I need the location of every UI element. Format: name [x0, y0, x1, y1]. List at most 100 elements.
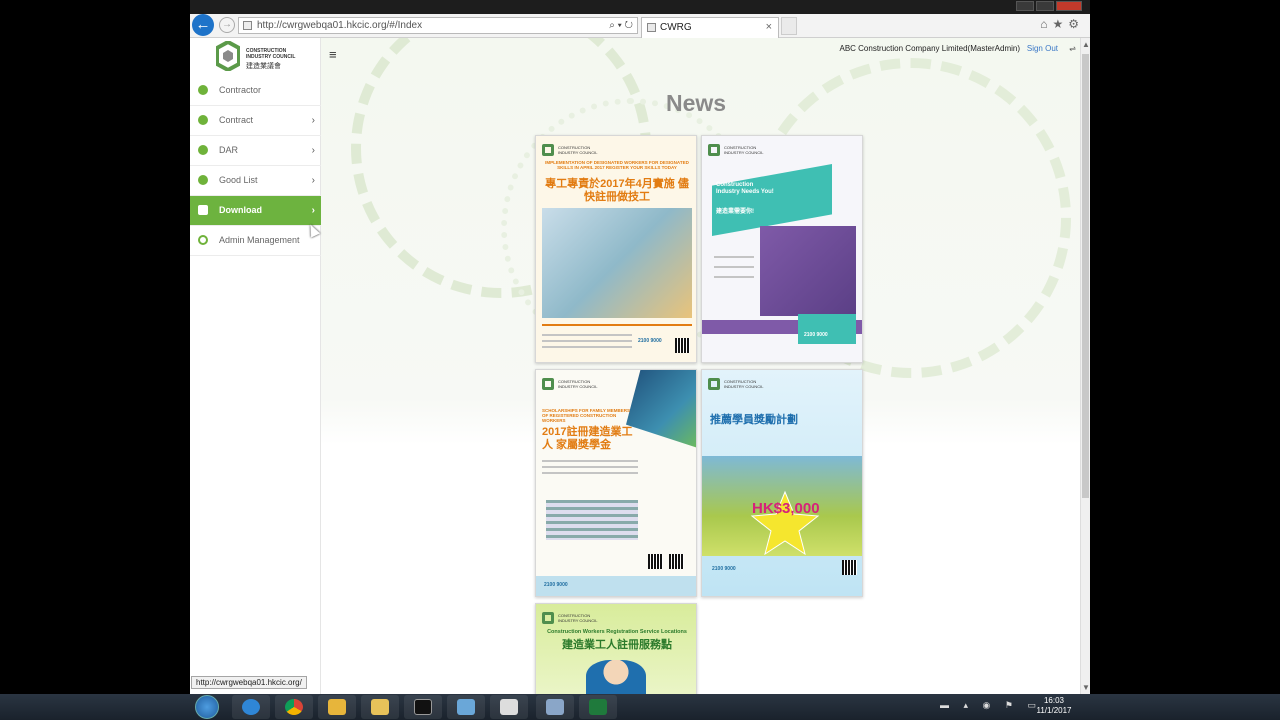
poster-table: [546, 500, 638, 540]
poster-heading: 推薦學員獎勵計劃: [710, 414, 798, 426]
sidebar-item-good-list[interactable]: Good List ›: [190, 166, 321, 196]
chevron-right-icon: ›: [311, 145, 315, 156]
chevron-right-icon: ›: [311, 115, 315, 126]
status-bar-url: http://cwrgwebqa01.hkcic.org/: [191, 676, 307, 689]
cic-logo-icon: [542, 612, 554, 624]
poster-title-zh: 專工專責於2017年4月實施 儘快註冊做技工: [545, 178, 689, 203]
scroll-down-icon[interactable]: ▼: [1082, 683, 1090, 692]
poster-title-zh: 2017註冊建造業工人 家屬獎學金: [542, 426, 633, 451]
poster-title-zh: 建造業需要你!: [716, 209, 754, 215]
cic-logo-icon: [708, 144, 720, 156]
poster-phone: 2100 9000: [638, 338, 662, 344]
cic-logo[interactable]: CONSTRUCTION INDUSTRY COUNCIL 建造業議會: [216, 41, 306, 73]
taskbar-cmd-icon[interactable]: [404, 695, 442, 719]
contract-icon: [198, 115, 208, 125]
sidebar-item-label: Admin Management: [219, 235, 300, 245]
taskbar-window-icon[interactable]: [490, 695, 528, 719]
search-icon: [198, 235, 208, 245]
logo-text-zh: 建造業議會: [246, 63, 281, 70]
news-poster[interactable]: CONSTRUCTION INDUSTRY COUNCIL IMPLEMENTA…: [535, 135, 697, 363]
new-tab-button[interactable]: [781, 17, 797, 35]
poster-text-line: [542, 460, 638, 462]
back-button[interactable]: ←: [192, 14, 214, 36]
poster-logo-text: CONSTRUCTION INDUSTRY COUNCIL: [558, 145, 598, 155]
taskbar-excel-icon[interactable]: [579, 695, 617, 719]
maximize-button[interactable]: [1036, 1, 1054, 11]
news-poster[interactable]: CONSTRUCTION INDUSTRY COUNCIL SCHOLARSHI…: [535, 369, 697, 597]
scrollbar-thumb[interactable]: [1082, 54, 1089, 498]
poster-text-line: [542, 340, 632, 342]
poster-phone: 2100 9000: [804, 332, 828, 338]
poster-text-line: [542, 466, 638, 468]
minimize-button[interactable]: [1016, 1, 1034, 11]
browser-home-fav-settings-icons[interactable]: ⌂★⚙: [1040, 17, 1084, 31]
taskbar-chrome-icon[interactable]: [275, 695, 313, 719]
cic-logo-mark: [216, 41, 240, 71]
sidebar-item-label: Contractor: [219, 85, 262, 95]
sidebar-item-contract[interactable]: Contract ›: [190, 106, 321, 136]
web-page: CONSTRUCTION INDUSTRY COUNCIL 建造業議會 Cont…: [190, 38, 1080, 694]
sidebar-item-admin-management[interactable]: Admin Management: [190, 226, 321, 256]
sidebar-item-label: DAR: [219, 145, 239, 155]
poster-heading: IMPLEMENTATION OF DESIGNATED WORKERS FOR…: [545, 160, 689, 170]
taskbar-ie-icon[interactable]: [232, 695, 270, 719]
poster-image: [542, 208, 692, 318]
forward-button[interactable]: →: [219, 17, 235, 33]
poster-logo-text: CONSTRUCTION INDUSTRY COUNCIL: [724, 379, 764, 389]
poster-heading: Construction Workers Registration Servic…: [547, 629, 687, 635]
window-close-button[interactable]: [1056, 1, 1082, 11]
browser-toolbar: ← → http://cwrgwebqa01.hkcic.org/#/Index…: [190, 14, 1090, 38]
logo-text-en: CONSTRUCTION INDUSTRY COUNCIL: [246, 48, 296, 60]
sidebar-item-label: Download: [219, 205, 262, 215]
qr-code-icon: [842, 560, 857, 575]
menu-toggle-icon[interactable]: ≡: [329, 47, 337, 62]
clock-time: 16:03: [1043, 696, 1065, 705]
sidebar-item-label: Good List: [219, 175, 258, 185]
poster-text-line: [542, 472, 638, 474]
sidebar-item-dar[interactable]: DAR ›: [190, 136, 321, 166]
poster-image: [586, 660, 646, 694]
poster-text-line: [714, 276, 754, 278]
sidebar-item-contractor[interactable]: Contractor: [190, 76, 321, 106]
poster-text-line: [542, 334, 632, 336]
news-poster[interactable]: CONSTRUCTION INDUSTRY COUNCIL Constructi…: [701, 135, 863, 363]
sidebar-item-download[interactable]: Download ›: [190, 196, 321, 226]
poster-text-line: [714, 266, 754, 268]
poster-image: [760, 226, 856, 316]
taskbar-app-icon[interactable]: [447, 695, 485, 719]
header-toggle-icon[interactable]: ⇌: [1069, 44, 1076, 53]
sign-out-link[interactable]: Sign Out: [1027, 44, 1058, 53]
shield-icon: [198, 145, 208, 155]
tab-cwrg[interactable]: CWRG ×: [641, 17, 779, 38]
favicon-icon: [647, 23, 656, 32]
page-icon: [243, 21, 252, 30]
poster-text-line: [542, 346, 632, 348]
tab-close-icon[interactable]: ×: [766, 18, 772, 37]
chevron-right-icon: ›: [311, 175, 315, 186]
address-actions[interactable]: ⌕ ▾ ↻: [609, 18, 633, 33]
list-icon: [198, 175, 208, 185]
page-scrollbar[interactable]: ▲ ▼: [1080, 38, 1090, 694]
contractor-icon: [198, 85, 208, 95]
taskbar-network-icon[interactable]: [536, 695, 574, 719]
system-clock[interactable]: 16:03 11/1/2017: [1024, 696, 1084, 716]
address-bar[interactable]: http://cwrgwebqa01.hkcic.org/#/Index ⌕ ▾…: [238, 17, 638, 34]
taskbar-explorer-icon[interactable]: [361, 695, 399, 719]
poster-heading: SCHOLARSHIPS FOR FAMILY MEMBERS OF REGIS…: [542, 408, 631, 423]
qr-code-icon: [675, 338, 690, 353]
poster-text-line: [714, 256, 754, 258]
page-title: News: [666, 90, 727, 116]
start-button[interactable]: [195, 695, 219, 719]
sidebar: CONSTRUCTION INDUSTRY COUNCIL 建造業議會 Cont…: [190, 38, 321, 694]
cic-logo-icon: [542, 378, 554, 390]
scroll-up-icon[interactable]: ▲: [1082, 40, 1090, 49]
poster-phone: 2100 9000: [712, 566, 736, 572]
browser-window: ← → http://cwrgwebqa01.hkcic.org/#/Index…: [190, 0, 1090, 694]
poster-title-zh: 建造業工人註冊服務點: [562, 639, 672, 651]
sidebar-item-label: Contract: [219, 115, 254, 125]
news-poster[interactable]: CONSTRUCTION INDUSTRY COUNCIL 推薦學員獎勵計劃 H…: [701, 369, 863, 597]
download-icon: [198, 205, 208, 215]
taskbar-outlook-icon[interactable]: [318, 695, 356, 719]
news-poster[interactable]: CONSTRUCTION INDUSTRY COUNCIL Constructi…: [535, 603, 697, 694]
cic-logo-icon: [708, 378, 720, 390]
